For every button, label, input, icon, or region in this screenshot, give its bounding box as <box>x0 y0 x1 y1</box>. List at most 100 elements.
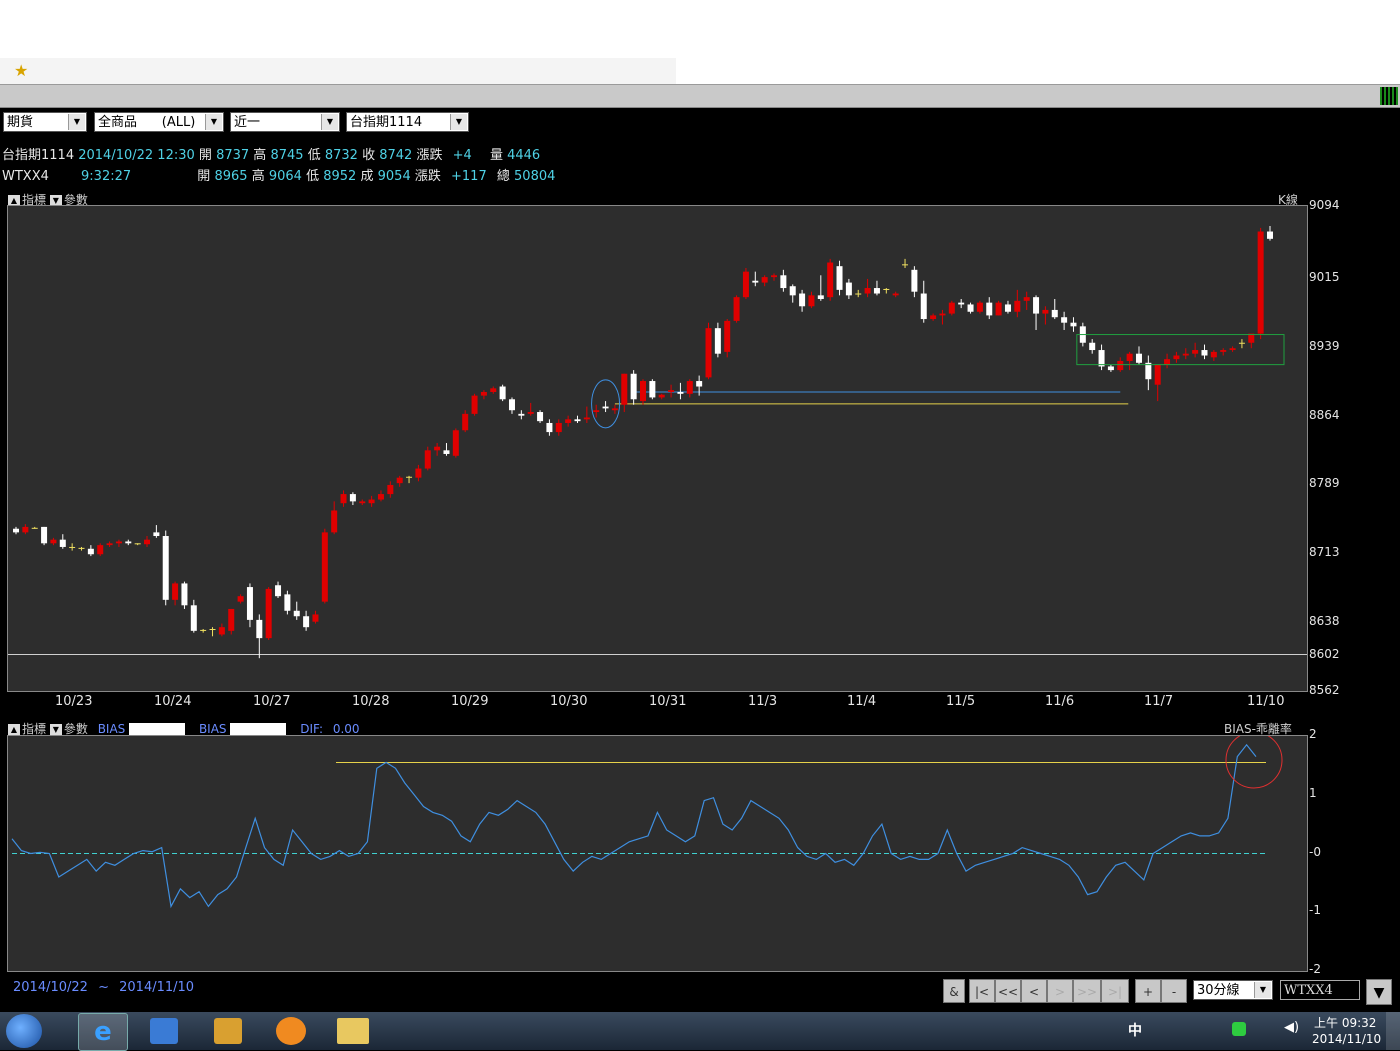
q1-low-label: 低 <box>307 148 321 163</box>
candle-body <box>368 499 375 504</box>
chevron-down-icon[interactable]: ▼ <box>68 114 85 130</box>
kline-y-tick: 8864 <box>1309 407 1340 422</box>
kline-x-tick: 11/4 <box>847 694 877 709</box>
candle-body <box>1220 350 1227 352</box>
candle-body <box>434 446 441 451</box>
candle-body <box>256 619 263 639</box>
chevron-down-icon[interactable]: ▼ <box>321 114 338 130</box>
zoom-in-button[interactable]: + <box>1135 979 1161 1003</box>
candle-body <box>1051 309 1058 318</box>
candle-body <box>583 417 590 420</box>
kline-chart[interactable] <box>8 206 1307 691</box>
media-player-icon[interactable] <box>150 1018 178 1044</box>
candle-body <box>424 450 431 469</box>
kline-y-tick: 9094 <box>1309 198 1340 212</box>
bias-param-label[interactable]: 參數 <box>64 722 88 736</box>
volume-icon[interactable]: ◀) <box>1284 1020 1299 1035</box>
candle-body <box>518 413 525 416</box>
chevron-down-icon[interactable]: ▼ <box>205 114 222 130</box>
q2-chg: +117 <box>451 169 487 184</box>
clock-time[interactable]: 上午 09:32 <box>1314 1014 1376 1031</box>
candle-body <box>733 297 740 321</box>
candle-body <box>349 494 356 502</box>
favorites-star-icon[interactable]: ★ <box>14 61 28 80</box>
kline-x-tick: 10/23 <box>55 694 93 709</box>
range-start: 2014/10/22 <box>13 980 88 995</box>
prev-button[interactable]: < <box>1021 979 1047 1003</box>
bias-chart[interactable] <box>8 736 1307 971</box>
candle-body <box>415 468 422 478</box>
show-desktop-button[interactable] <box>1386 1012 1400 1050</box>
bias-y-tick: -1 <box>1309 903 1321 918</box>
candle-body <box>630 373 637 400</box>
browser-icon[interactable] <box>276 1017 306 1045</box>
candle-body <box>1023 297 1030 301</box>
amp-button[interactable]: & <box>943 979 965 1003</box>
candle-body <box>1154 364 1161 385</box>
candle-body <box>696 381 703 387</box>
chevron-down-icon[interactable]: ▼ <box>450 114 467 130</box>
favorites-bar: ★ <box>0 58 676 84</box>
zoom-out-button[interactable]: - <box>1161 979 1187 1003</box>
q1-open-label: 開 <box>198 148 212 163</box>
bias-indicator-toggle-icon[interactable]: ▲ <box>8 723 20 736</box>
candle-body <box>1135 353 1142 363</box>
bias-indicator-label[interactable]: 指標 <box>22 722 46 736</box>
q1-chg-label: 漲跌 <box>416 148 443 163</box>
network-icon[interactable] <box>1232 1022 1246 1036</box>
browser-top-area <box>0 0 1400 58</box>
candle-body <box>864 288 871 294</box>
symbol-input[interactable]: WTXX4 <box>1280 980 1360 1000</box>
date-range: 2014/10/22 ~ 2014/11/10 <box>13 980 194 995</box>
last-button[interactable]: >| <box>1101 979 1129 1003</box>
product-select[interactable]: 全商品 (ALL) ▼ <box>94 112 224 132</box>
market-select[interactable]: 期貨 ▼ <box>3 112 87 132</box>
period-select[interactable]: 近一 ▼ <box>230 112 340 132</box>
candle-body <box>705 328 712 378</box>
kline-x-tick: 11/3 <box>748 694 778 709</box>
candle-body <box>789 286 796 296</box>
bias-y-tick: -0 <box>1309 844 1321 859</box>
ie-icon[interactable]: e <box>78 1013 128 1051</box>
candle-body <box>312 614 319 622</box>
candle-body <box>181 583 188 606</box>
next-page-button[interactable]: >> <box>1073 979 1101 1003</box>
q1-name: 台指期1114 <box>2 148 75 163</box>
q2-open-label: 開 <box>197 169 211 184</box>
dropdown-arrow-button[interactable]: ▼ <box>1366 979 1392 1005</box>
candle-body <box>593 410 600 413</box>
folder-icon[interactable] <box>337 1018 369 1044</box>
kline-panel[interactable] <box>7 205 1308 692</box>
next-button[interactable]: > <box>1047 979 1073 1003</box>
q2-time: 9:32:27 <box>81 169 132 184</box>
contract-select[interactable]: 台指期1114 ▼ <box>346 112 469 132</box>
candle-body <box>162 536 169 600</box>
kline-x-tick: 10/24 <box>154 694 192 709</box>
candle-body <box>873 288 880 294</box>
app-icon[interactable] <box>214 1018 242 1044</box>
kline-y-tick: 8713 <box>1309 545 1340 560</box>
candle-body <box>480 391 487 396</box>
chevron-down-icon[interactable]: ▼ <box>1254 982 1271 998</box>
bias-panel[interactable] <box>7 735 1308 972</box>
bias-y-tick: -2 <box>1309 962 1321 976</box>
candle-body <box>714 328 721 354</box>
candle-body <box>471 395 478 414</box>
ime-indicator[interactable]: 中 <box>1128 1020 1142 1040</box>
candle-body <box>200 629 207 631</box>
q1-low: 8732 <box>324 148 358 163</box>
candle-body <box>649 381 656 398</box>
q2-high-label: 高 <box>251 169 265 184</box>
clock-date[interactable]: 2014/11/10 <box>1312 1032 1381 1046</box>
bias-param-toggle-icon[interactable]: ▼ <box>49 723 62 736</box>
first-button[interactable]: |< <box>969 979 995 1003</box>
candle-body <box>499 386 506 400</box>
candle-body <box>902 264 909 266</box>
candle-body <box>611 408 618 411</box>
start-button[interactable] <box>6 1014 42 1048</box>
candle-body <box>1061 317 1068 323</box>
q1-datetime: 2014/10/22 12:30 <box>78 148 195 163</box>
prev-page-button[interactable]: << <box>995 979 1021 1003</box>
candle-body <box>958 302 965 305</box>
interval-select[interactable]: 30分線 ▼ <box>1193 980 1273 1000</box>
